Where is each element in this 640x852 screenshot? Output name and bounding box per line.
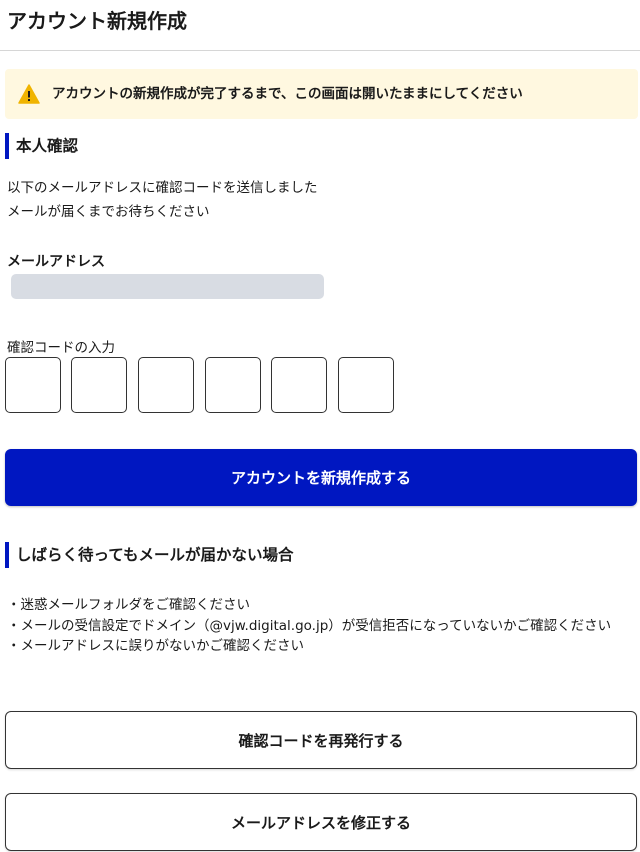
page-header: アカウント新規作成	[0, 0, 640, 51]
code-digit-2-input[interactable]	[71, 357, 127, 413]
troubleshooting-list: ・迷惑メールフォルダをご確認ください ・メールの受信設定でドメイン（@vjw.d…	[7, 595, 637, 657]
resend-code-button[interactable]: 確認コードを再発行する	[5, 711, 637, 769]
warning-triangle-icon	[18, 84, 40, 104]
page-title: アカウント新規作成	[7, 9, 187, 33]
create-account-button[interactable]: アカウントを新規作成する	[5, 449, 637, 506]
email-label: メールアドレス	[7, 254, 105, 270]
code-digit-6-input[interactable]	[338, 357, 394, 413]
verification-code-label: 確認コードの入力	[7, 340, 115, 356]
list-item: ・迷惑メールフォルダをご確認ください	[7, 597, 250, 613]
identity-verification-heading: 本人確認	[5, 133, 78, 159]
wait-for-mail-message: メールが届くまでお待ちください	[7, 204, 210, 220]
code-digit-5-input[interactable]	[271, 357, 327, 413]
masked-email-value	[11, 274, 324, 299]
edit-email-button[interactable]: メールアドレスを修正する	[5, 793, 637, 851]
mail-not-received-heading: しばらく待ってもメールが届かない場合	[5, 542, 293, 568]
warning-notice: アカウントの新規作成が完了するまで、この画面は開いたままにしてください	[5, 69, 638, 119]
warning-notice-text: アカウントの新規作成が完了するまで、この画面は開いたままにしてください	[52, 86, 523, 102]
code-sent-message: 以下のメールアドレスに確認コードを送信しました	[7, 180, 318, 196]
code-digit-3-input[interactable]	[138, 357, 194, 413]
code-digit-1-input[interactable]	[5, 357, 61, 413]
list-item: ・メールの受信設定でドメイン（@vjw.digital.go.jp）が受信拒否に…	[7, 617, 612, 634]
list-item: ・メールアドレスに誤りがないかご確認ください	[7, 638, 304, 654]
code-digit-4-input[interactable]	[205, 357, 261, 413]
